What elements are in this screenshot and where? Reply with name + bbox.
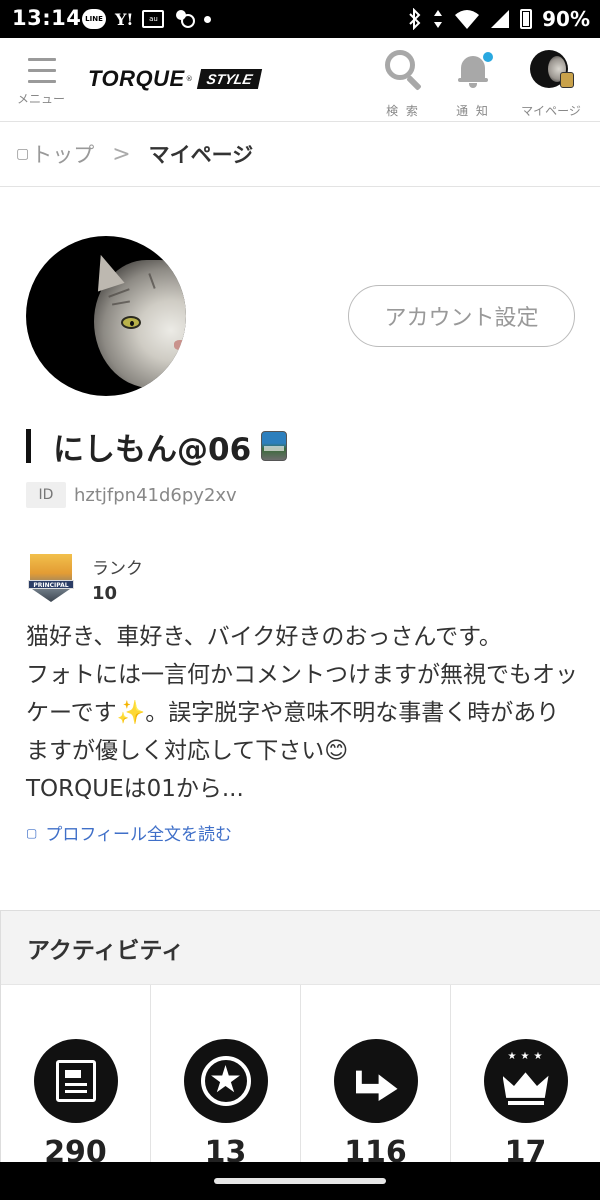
breadcrumb-current: マイページ: [148, 143, 254, 167]
activity-section: アクティビティ 290 13 116 ★ ★ ★ 17: [0, 910, 600, 1170]
article-icon: [33, 1039, 118, 1123]
rank-badge-text: PRINCIPAL: [28, 580, 74, 589]
activity-title: アクティビティ: [1, 911, 600, 985]
profile-avatar: [26, 236, 186, 396]
logo-torque-text: TORQUE: [88, 66, 185, 91]
id-label: ID: [26, 482, 66, 508]
battery-icon: [520, 9, 533, 29]
menu-button[interactable]: メニュー: [12, 54, 70, 110]
status-icons-left: LINE Y! au: [82, 8, 212, 30]
activity-posts[interactable]: 290: [1, 985, 151, 1170]
activity-ranking[interactable]: ★ ★ ★ 17: [451, 985, 600, 1170]
id-value: hztjfpn41d6py2xv: [74, 484, 237, 506]
status-icons-right: 90%: [408, 6, 590, 32]
status-time: 13:14: [12, 6, 82, 30]
expand-icon: ▢: [26, 825, 38, 840]
name-accent-bar: [26, 429, 31, 463]
user-name: にしもん@06: [53, 431, 252, 468]
notifications-label: 通 知: [456, 104, 490, 118]
notifications-button[interactable]: 通 知: [450, 48, 496, 118]
yahoo-icon: Y!: [115, 9, 134, 29]
dot-icon: [204, 15, 212, 23]
rank-badge-icon: PRINCIPAL: [28, 554, 74, 604]
bell-icon: [458, 52, 493, 88]
activity-shares[interactable]: 116: [301, 985, 451, 1170]
status-bar: 13:14 LINE Y! au 90%: [0, 0, 600, 38]
breadcrumb-home[interactable]: トップ: [31, 139, 94, 169]
read-more-label: プロフィール全文を読む: [45, 825, 233, 845]
logo-style-text: STYLE: [196, 69, 262, 89]
rank-label: ランク: [92, 559, 143, 579]
read-full-profile-link[interactable]: ▢ プロフィール全文を読む: [26, 820, 232, 845]
app-header: メニュー TORQUE ® STYLE 検 索 通 知 マイページ: [0, 38, 600, 122]
line-icon: LINE: [82, 9, 106, 29]
menu-label: メニュー: [16, 92, 65, 106]
signal-icon: [490, 9, 510, 29]
mail-au-icon: au: [142, 10, 165, 28]
photos-icon: [173, 8, 196, 30]
home-icon: ▢: [16, 146, 30, 162]
breadcrumb: ▢ トップ > マイページ: [0, 122, 600, 187]
home-gesture-handle[interactable]: [214, 1178, 386, 1184]
breadcrumb-separator: >: [112, 141, 131, 167]
mypage-button[interactable]: マイページ: [514, 48, 588, 118]
profile-bio: 猫好き、車好き、バイク好きのおっさんです。 フォトには一言何かコメントつけますが…: [26, 624, 578, 802]
battery-percent: 90%: [542, 7, 590, 31]
account-settings-button[interactable]: アカウント設定: [348, 285, 575, 347]
rank-value: 10: [92, 583, 118, 604]
mountain-badge-icon: [261, 431, 288, 461]
share-arrow-icon: [333, 1039, 418, 1123]
bluetooth-icon: [408, 8, 422, 30]
star-circle-icon: [183, 1039, 268, 1123]
mypage-label: マイページ: [521, 104, 581, 118]
crown-icon: ★ ★ ★: [483, 1039, 568, 1123]
activity-grid: 290 13 116 ★ ★ ★ 17: [1, 985, 600, 1170]
header-rank-badge-icon: [560, 72, 574, 88]
data-arrows-icon: [432, 8, 444, 30]
logo-registered-mark: ®: [185, 75, 193, 83]
user-id-row: ID hztjfpn41d6py2xv: [26, 482, 237, 508]
torque-style-logo[interactable]: TORQUE ® STYLE: [88, 66, 262, 91]
system-nav-bar: [0, 1162, 600, 1200]
notification-dot: [483, 52, 493, 62]
search-button[interactable]: 検 索: [380, 48, 426, 118]
activity-favorites[interactable]: 13: [151, 985, 301, 1170]
search-label: 検 索: [386, 104, 420, 118]
profile-name-row: にしもん@06: [26, 428, 288, 468]
wifi-icon: [454, 9, 480, 29]
hamburger-icon: [28, 58, 56, 83]
